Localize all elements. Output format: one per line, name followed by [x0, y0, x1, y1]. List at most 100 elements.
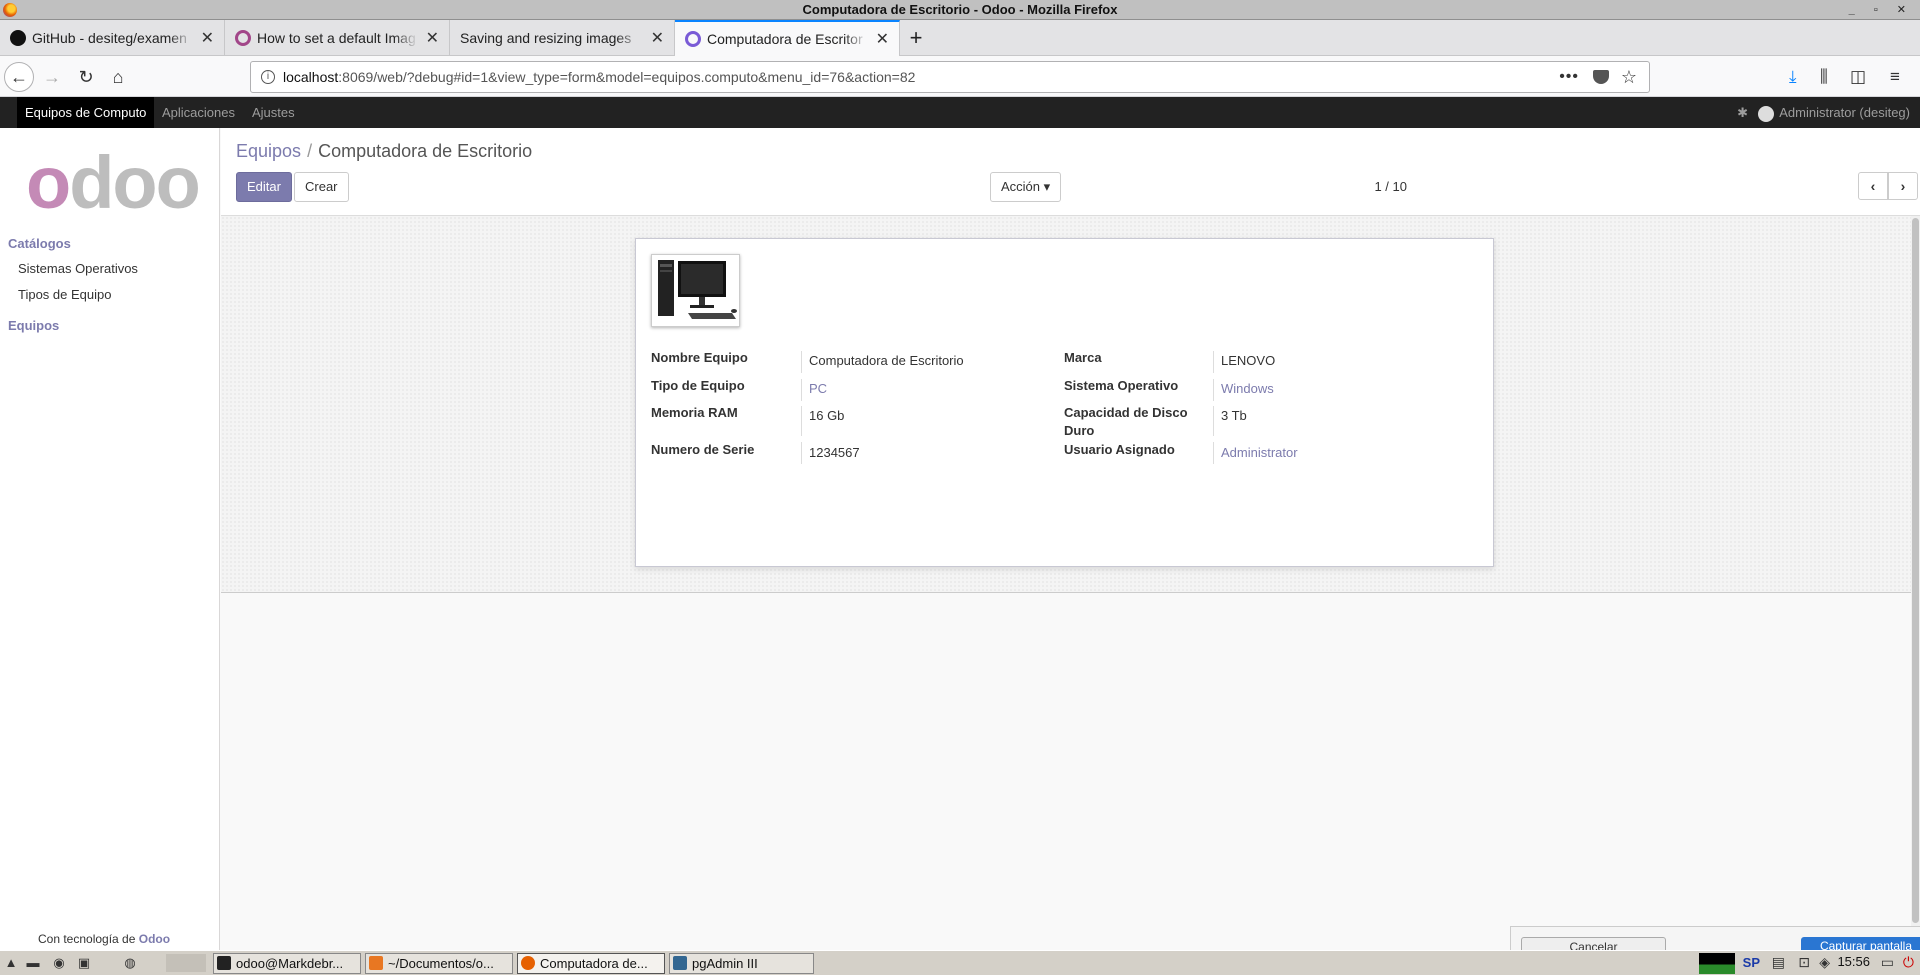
home-icon[interactable]: ⌂	[104, 63, 132, 91]
screenshot-dialog-peek: Cancelar Capturar pantalla	[1510, 926, 1920, 957]
url-host: localhost	[283, 69, 339, 85]
loading-icon	[685, 31, 701, 47]
new-tab-icon[interactable]: +	[904, 20, 928, 56]
pocket-icon[interactable]	[1593, 70, 1609, 84]
display-icon[interactable]: ▭	[1881, 954, 1894, 971]
sidebar-section-equipos[interactable]: Equipos	[8, 318, 59, 333]
menu-aplicaciones[interactable]: Aplicaciones	[154, 97, 243, 128]
edit-button[interactable]: Editar	[236, 172, 292, 202]
left-sidebar: odoo Catálogos Sistemas Operativos Tipos…	[0, 128, 220, 950]
pgadmin-icon	[673, 956, 687, 970]
action-label: Acción	[1001, 179, 1041, 194]
cpu-monitor	[1699, 953, 1735, 974]
forward-arrow-icon[interactable]: →	[38, 63, 66, 91]
volume-icon[interactable]: ◈	[1819, 954, 1830, 971]
field-value-usuario-asignado[interactable]: Administrator	[1221, 445, 1298, 460]
clipboard-icon[interactable]: ▤	[1772, 954, 1785, 971]
pager-next-button[interactable]: ›	[1888, 172, 1918, 200]
scrollbar-thumb[interactable]	[1912, 218, 1919, 923]
window-controls[interactable]: _ ▫ ✕	[1849, 0, 1914, 20]
equipment-image[interactable]	[651, 254, 740, 327]
library-icon[interactable]: ⫼	[1820, 67, 1828, 87]
vertical-scrollbar[interactable]	[1911, 216, 1920, 950]
menu-ajustes[interactable]: Ajustes	[244, 97, 303, 128]
taskbar-item-terminal[interactable]: odoo@Markdebr...	[213, 953, 361, 974]
sidebar-item-sistemas-operativos[interactable]: Sistemas Operativos	[18, 261, 138, 276]
start-menu-icon[interactable]: ▲	[2, 954, 20, 972]
odoo-icon	[235, 30, 251, 46]
tab-github[interactable]: GitHub - desiteg/examen ✕	[0, 20, 225, 56]
powered-brand-link[interactable]: Odoo	[139, 932, 170, 946]
menu-equipos-de-computo[interactable]: Equipos de Computo	[17, 97, 155, 128]
clock[interactable]: 15:56	[1837, 954, 1870, 969]
tab-label: Saving and resizing images	[460, 30, 632, 46]
info-icon[interactable]: i	[261, 70, 275, 84]
tab-computadora[interactable]: Computadora de Escritor ✕	[675, 20, 900, 56]
create-button[interactable]: Crear	[294, 172, 349, 202]
field-label-numero-de-serie: Numero de Serie	[651, 442, 755, 457]
file-manager-icon[interactable]: ▣	[75, 954, 93, 972]
pager-value[interactable]: 1 / 10	[1374, 179, 1407, 194]
workspace-switcher[interactable]: ◍	[100, 954, 160, 972]
tab-resizing-images[interactable]: Saving and resizing images ✕	[450, 20, 675, 56]
task-label: odoo@Markdebr...	[236, 956, 344, 971]
reload-icon[interactable]: ↻	[72, 63, 100, 91]
field-label-memoria-ram: Memoria RAM	[651, 405, 738, 420]
desktop-computer-icon	[658, 260, 737, 319]
menu-icon[interactable]: ≡	[1890, 67, 1900, 87]
bookmark-star-icon[interactable]: ☆	[1621, 62, 1637, 92]
field-divider	[1213, 406, 1214, 436]
powered-by: Con tecnología de Odoo	[38, 932, 170, 946]
url-bar[interactable]: i localhost:8069/web/?debug#id=1&view_ty…	[250, 61, 1650, 93]
field-value-tipo-de-equipo[interactable]: PC	[809, 381, 827, 396]
user-name: Administrator (desiteg)	[1779, 105, 1910, 120]
back-arrow-icon[interactable]: ←	[4, 62, 34, 92]
action-dropdown[interactable]: Acción ▾	[990, 172, 1062, 202]
user-menu[interactable]: Administrator (desiteg)	[1758, 97, 1910, 128]
screenshot-icon[interactable]: ⊡	[1798, 954, 1810, 971]
workspace-2[interactable]	[166, 954, 206, 972]
download-icon[interactable]: ⤓	[1789, 67, 1797, 87]
close-icon[interactable]: ✕	[201, 28, 214, 48]
firefox-icon	[521, 956, 535, 970]
url-path: :8069/web/?debug#id=1&view_type=form&mod…	[338, 69, 916, 85]
breadcrumb-equipos[interactable]: Equipos	[236, 141, 301, 161]
tab-default-image[interactable]: How to set a default Imag ✕	[225, 20, 450, 56]
field-value-capacidad-de-disco: 3 Tb	[1221, 408, 1247, 423]
close-icon[interactable]: ✕	[426, 28, 439, 48]
field-divider	[1213, 442, 1214, 464]
pager-previous-button[interactable]: ‹	[1858, 172, 1888, 200]
close-icon[interactable]: ✕	[651, 28, 664, 48]
taskbar-item-pgadmin[interactable]: pgAdmin III	[669, 953, 814, 974]
task-label: Computadora de...	[540, 956, 648, 971]
firefox-icon	[3, 3, 17, 17]
os-taskbar: ▲ ▬ ◉ ▣ ◍ odoo@Markdebr... ~/Documentos/…	[0, 950, 1920, 975]
sidebar-item-tipos-de-equipo[interactable]: Tipos de Equipo	[18, 287, 111, 302]
odoo-main-menu: Equipos de Computo Aplicaciones Ajustes …	[0, 97, 1920, 128]
nav-bar: ← → ↻ ⌂ i localhost:8069/web/?debug#id=1…	[0, 57, 1920, 97]
minimize-all-icon[interactable]: ▬	[24, 954, 42, 972]
powered-text: Con tecnología de	[38, 932, 136, 946]
network-icon[interactable]: ◉	[50, 954, 68, 972]
field-divider	[1213, 379, 1214, 401]
field-label-capacidad-de-disco: Capacidad de Disco Duro	[1064, 405, 1188, 438]
page-actions-icon[interactable]: •••	[1559, 62, 1579, 92]
field-label-nombre-equipo: Nombre Equipo	[651, 350, 748, 365]
field-divider	[801, 442, 802, 464]
sidebar-icon[interactable]: ◫	[1850, 67, 1866, 87]
field-value-nombre-equipo: Computadora de Escritorio	[809, 353, 964, 368]
field-divider	[801, 351, 802, 373]
field-value-sistema-operativo[interactable]: Windows	[1221, 381, 1274, 396]
power-icon[interactable]: ⏻	[1903, 954, 1914, 971]
close-icon[interactable]: ✕	[876, 29, 889, 49]
taskbar-item-firefox[interactable]: Computadora de...	[517, 953, 665, 974]
odoo-logo[interactable]: odoo	[26, 146, 201, 220]
window-title: Computadora de Escritorio - Odoo - Mozil…	[802, 2, 1118, 17]
taskbar-item-documentos[interactable]: ~/Documentos/o...	[365, 953, 513, 974]
keyboard-layout[interactable]: SP	[1743, 955, 1760, 970]
github-icon	[10, 30, 26, 46]
sidebar-section-catalogos[interactable]: Catálogos	[8, 236, 71, 251]
field-label-marca: Marca	[1064, 350, 1102, 365]
control-panel: Equipos / Computadora de Escritorio Editar…	[221, 128, 1920, 216]
debug-bug-icon[interactable]: ✱	[1737, 105, 1748, 121]
